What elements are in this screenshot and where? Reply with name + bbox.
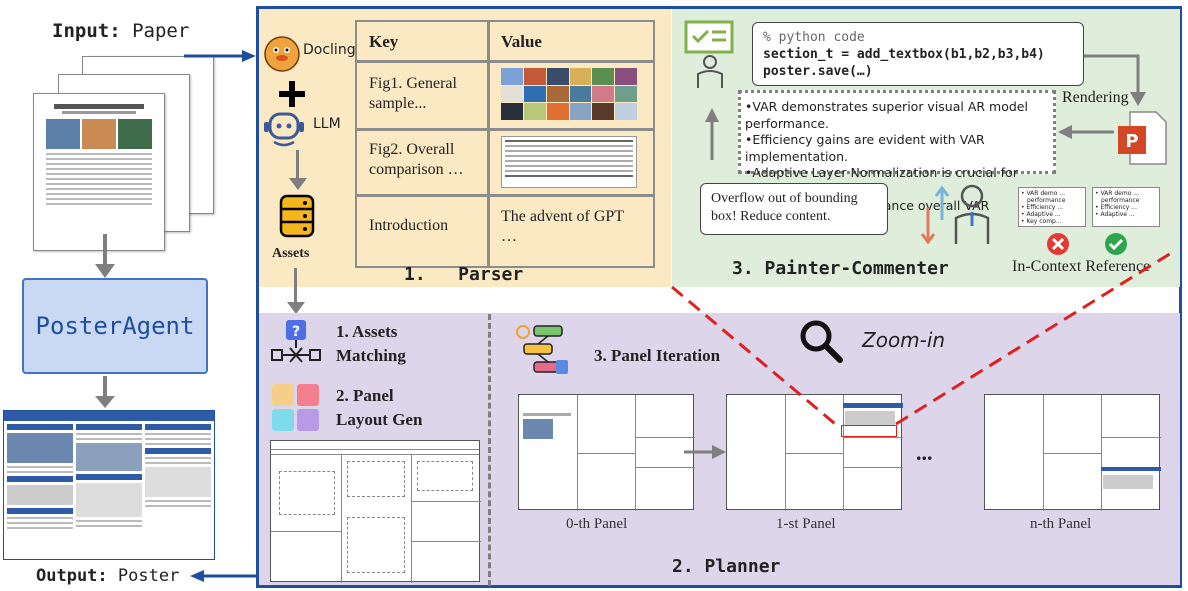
table-row-key: Fig2. Overall comparison …	[369, 141, 464, 178]
arrowhead-down-icon	[289, 178, 307, 190]
code-comment: % python code	[763, 30, 865, 45]
parser-title: 1. Parser	[404, 264, 524, 285]
overflow-speech-bubble: Overflow out of bounding box! Reduce con…	[700, 183, 888, 235]
zoom-in-label: Zoom-in	[862, 328, 946, 352]
panel-1-label: 1-st Panel	[776, 516, 836, 532]
highlight-box	[841, 425, 897, 437]
arrow-panel-0-to-1	[684, 445, 726, 459]
bullet-item: •VAR demonstrates superior visual AR mod…	[745, 99, 1028, 131]
planner-title: 2. Planner	[672, 556, 781, 577]
panel-iteration-flow-icon	[516, 325, 568, 374]
commenter-person-icon	[954, 184, 990, 244]
output-poster-thumbnail	[3, 410, 215, 560]
panel-n-label: n-th Panel	[1030, 516, 1092, 532]
table-row-key: Introduction	[369, 217, 449, 234]
panel-iteration-label: 3. Panel Iteration	[594, 346, 721, 365]
reference-card-bad: • VAR demo ... performance • Efficiency …	[1018, 187, 1086, 227]
reference-card-good: • VAR demo ... performance • Efficiency …	[1092, 187, 1160, 227]
arrow-render-to-review	[1058, 125, 1114, 139]
table-comparison-thumbnail	[501, 136, 637, 188]
llm-label: LLM	[313, 116, 341, 132]
powerpoint-icon: P	[1118, 111, 1167, 165]
code-box: % python code section_t = add_textbox(b1…	[752, 22, 1084, 86]
docling-duck-icon	[264, 36, 300, 72]
panel-n-thumbnail	[984, 394, 1161, 511]
plus-icon-vertical	[289, 81, 295, 107]
assets-label: Assets	[272, 246, 310, 261]
panel-0-thumbnail	[518, 394, 695, 511]
llm-robot-icon	[264, 112, 304, 147]
arrow-planner-to-output	[190, 570, 258, 582]
code-line: section_t = add_textbox(b1,b2,b3,b4)	[763, 47, 1045, 62]
arrowhead-down-icon	[95, 264, 115, 278]
planner-divider	[488, 314, 491, 586]
arrow-assets-to-planner	[294, 268, 297, 304]
arrow-input-to-parser	[184, 50, 256, 62]
table-header-key: Key	[369, 32, 399, 51]
layout-wireframe	[270, 440, 481, 583]
painter-person-icon	[684, 20, 734, 88]
paper-stack-front	[33, 93, 165, 251]
arrow-llm-to-assets	[296, 150, 299, 180]
assets-matching-icon: ?	[271, 320, 321, 363]
assets-matching-label: 1. Assets Matching	[336, 322, 406, 365]
panel-1-thumbnail	[726, 394, 903, 511]
panel-layout-gen-label: 2. Panel Layout Gen	[336, 386, 423, 429]
magnifier-icon	[800, 320, 843, 363]
svg-text:?: ?	[292, 324, 300, 340]
table-row-key: Fig1. General sample...	[369, 75, 457, 112]
svg-text:P: P	[1125, 131, 1138, 152]
painter-commenter-title: 3. Painter-Commenter	[732, 258, 949, 279]
ellipsis: ...	[916, 440, 933, 465]
output-label: Output: Poster	[36, 566, 180, 586]
in-context-reference-label: In-Context Reference	[1012, 258, 1151, 275]
poster-agent-box: PosterAgent	[22, 278, 208, 374]
panel-0-label: 0-th Panel	[566, 516, 628, 532]
table-row-value: The advent of GPT …	[501, 208, 624, 245]
arrow-feedback-up	[705, 108, 719, 160]
database-assets-icon	[279, 194, 315, 238]
docling-label: Docling	[303, 42, 356, 58]
rendered-bullets-box: •VAR demonstrates superior visual AR mod…	[738, 90, 1056, 230]
parser-key-value-table: Key Value Fig1. General sample... Fig2. …	[355, 20, 655, 268]
arrowhead-down-icon	[95, 396, 115, 408]
rendering-label: Rendering	[1062, 89, 1129, 106]
bullet-item: •Efficiency gains are evident with VAR i…	[745, 132, 985, 164]
figure-sample-thumbnail	[501, 68, 637, 120]
input-label: Input: Paper	[52, 20, 190, 42]
check-icon	[1105, 233, 1127, 255]
up-down-arrows-icon	[920, 185, 950, 244]
arrow-agent-to-poster	[103, 376, 107, 398]
cross-icon	[1047, 233, 1069, 255]
table-header-value: Value	[501, 32, 542, 51]
code-line: poster.save(…)	[763, 64, 873, 79]
layout-gen-color-grid-icon	[272, 384, 320, 432]
arrow-paper-to-agent	[103, 234, 107, 268]
